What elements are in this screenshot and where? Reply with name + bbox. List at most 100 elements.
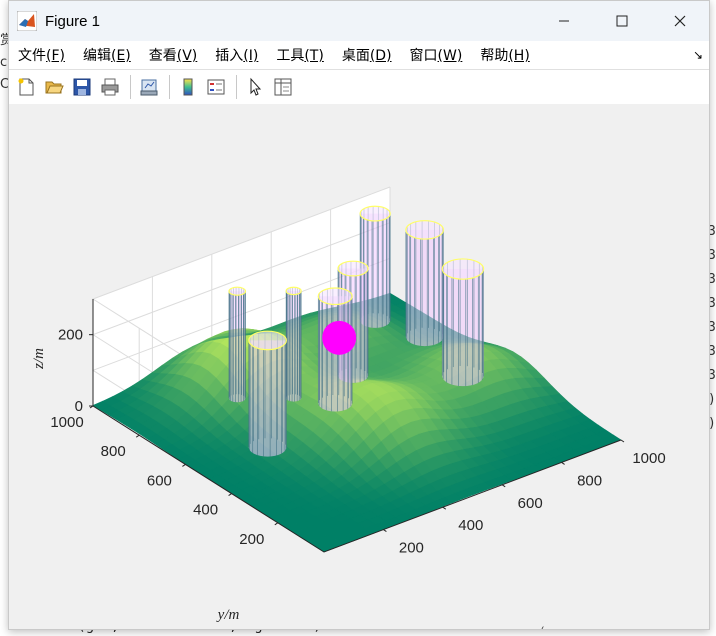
menu-shortcut: (T): [304, 48, 324, 64]
toolbar-separator: [130, 75, 131, 99]
open-file-icon: [45, 81, 64, 94]
y-tick: [228, 493, 232, 497]
cylinder-top: [337, 260, 369, 277]
y-tick-label: 800: [101, 443, 126, 460]
minimize-button[interactable]: [535, 1, 593, 41]
y-tick: [274, 522, 279, 526]
surface-plot[interactable]: 200400600800100020040060080010000200x/my…: [9, 104, 709, 629]
close-icon: [674, 15, 686, 27]
menu-view[interactable]: 查看(V): [140, 45, 207, 65]
menu-label: 编辑: [82, 48, 111, 64]
menu-label: 桌面: [341, 48, 370, 64]
link-plot-icon: [140, 79, 158, 96]
menu-label: 查看: [148, 48, 177, 64]
dock-arrow-icon[interactable]: ↘: [693, 48, 703, 62]
bg-fragment: C: [0, 77, 8, 92]
insert-legend-icon: [207, 79, 225, 95]
y-tick: [182, 463, 186, 467]
cylinder-top: [248, 330, 287, 351]
open-file-button[interactable]: [41, 74, 67, 100]
menu-edit[interactable]: 编辑(E): [74, 45, 140, 65]
link-plot-button[interactable]: [136, 74, 162, 100]
window-title: Figure 1: [45, 12, 101, 30]
menu-bar: 文件(F) 编辑(E) 查看(V) 插入(I) 工具(T) 桌面(D) 窗口(W…: [9, 41, 709, 69]
bg-fragment: 赏: [0, 33, 8, 48]
cylinder-top: [441, 258, 485, 280]
x-tick-label: 800: [577, 472, 602, 489]
cylinder-top: [228, 286, 247, 296]
menu-help[interactable]: 帮助(H): [471, 45, 538, 65]
x-tick: [383, 529, 387, 533]
matlab-icon: [16, 10, 38, 32]
property-inspector-button[interactable]: [270, 74, 296, 100]
y-tick-label: 200: [239, 531, 264, 548]
menu-label: 帮助: [480, 48, 509, 64]
uav-marker: [322, 320, 357, 355]
menu-shortcut: (E): [110, 48, 131, 64]
toolbar: [9, 69, 709, 105]
cylinder: [405, 220, 445, 347]
menu-label: 工具: [276, 48, 305, 64]
cylinder-body: [248, 340, 287, 457]
maximize-button[interactable]: [593, 1, 651, 41]
menu-desktop[interactable]: 桌面(D): [333, 45, 401, 65]
y-tick: [135, 434, 140, 438]
menu-window[interactable]: 窗口(W): [401, 45, 472, 65]
x-axis-label: x/m: [531, 624, 554, 629]
new-figure-icon: [18, 78, 34, 96]
menu-shortcut: (D): [369, 48, 392, 64]
menu-label: 窗口: [409, 48, 438, 64]
cylinder-top: [285, 286, 302, 296]
minimize-icon: [559, 20, 569, 22]
save-icon: [73, 78, 91, 96]
cylinder-body: [405, 229, 444, 347]
x-tick: [442, 506, 447, 510]
insert-colorbar-button[interactable]: [175, 74, 201, 100]
insert-legend-button[interactable]: [203, 74, 229, 100]
maximize-icon: [616, 15, 628, 27]
bg-fragment: c: [0, 55, 8, 70]
menu-shortcut: (H): [508, 48, 530, 64]
cylinder: [248, 330, 287, 457]
save-button[interactable]: [69, 74, 95, 100]
new-figure-button[interactable]: [13, 74, 39, 100]
x-tick-label: 400: [458, 517, 483, 534]
figure-canvas[interactable]: 200400600800100020040060080010000200x/my…: [9, 104, 709, 629]
cylinder-top: [359, 205, 391, 222]
property-inspector-icon: [274, 78, 292, 96]
z-tick-label: 0: [75, 398, 83, 415]
menu-file[interactable]: 文件(F): [9, 45, 74, 65]
menu-insert[interactable]: 插入(I): [206, 45, 267, 65]
x-tick-label: 1000: [632, 450, 665, 467]
y-tick-label: 1000: [50, 414, 83, 431]
x-tick-label: 600: [518, 495, 543, 512]
menu-shortcut: (I): [243, 48, 259, 64]
menu-label: 插入: [215, 48, 244, 64]
z-axis-label: z/m: [31, 348, 47, 370]
edit-plot-icon: [250, 77, 262, 96]
cylinder-top: [317, 287, 353, 306]
toolbar-separator: [236, 75, 237, 99]
y-axis-label: y/m: [216, 607, 240, 623]
menu-label: 文件: [18, 48, 46, 64]
print-icon: [101, 78, 119, 96]
menu-shortcut: (F): [46, 48, 65, 64]
menu-tools[interactable]: 工具(T): [267, 45, 332, 65]
insert-colorbar-icon: [183, 78, 193, 96]
title-bar[interactable]: Figure 1: [9, 1, 709, 41]
print-button[interactable]: [97, 74, 123, 100]
cylinder-body: [442, 269, 484, 387]
cylinder: [285, 286, 302, 402]
close-button[interactable]: [651, 1, 709, 41]
edit-plot-button[interactable]: [242, 74, 268, 100]
z-tick-label: 200: [58, 327, 83, 344]
cylinder: [441, 258, 485, 387]
x-tick: [620, 439, 625, 443]
menu-shortcut: (W): [437, 48, 463, 64]
cylinder-top: [405, 220, 445, 240]
x-tick: [561, 461, 565, 465]
toolbar-separator: [169, 75, 170, 99]
figure-window: Figure 1 文件(F) 编辑(E) 查看(V) 插入(I) 工具(T) 桌…: [8, 0, 710, 630]
x-tick: [501, 484, 506, 488]
x-tick-label: 200: [399, 540, 424, 557]
